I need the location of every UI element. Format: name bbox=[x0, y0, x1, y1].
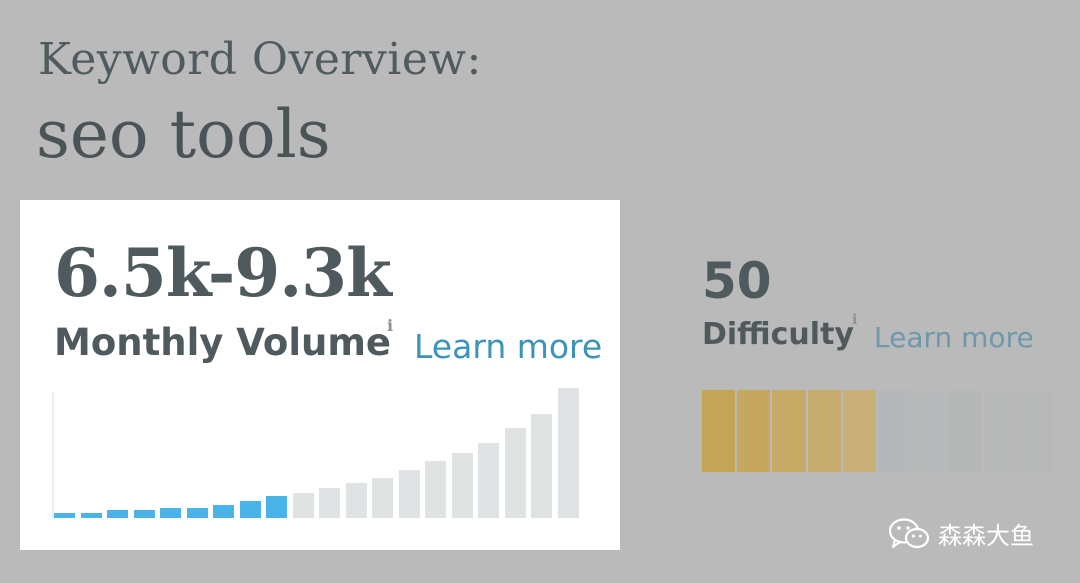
volume-info-icon[interactable]: i bbox=[387, 316, 393, 335]
volume-bar bbox=[292, 493, 314, 518]
volume-bar bbox=[186, 507, 208, 518]
volume-bar bbox=[451, 453, 473, 518]
volume-bar bbox=[531, 414, 552, 518]
difficulty-label: Difficulty bbox=[702, 317, 854, 352]
difficulty-segment bbox=[702, 390, 736, 472]
volume-bar bbox=[213, 505, 234, 518]
volume-value: 6.5k-9.3k bbox=[54, 234, 392, 312]
volume-bar bbox=[54, 512, 75, 518]
wechat-icon bbox=[888, 517, 930, 548]
difficulty-segment bbox=[772, 390, 806, 472]
volume-bar bbox=[160, 507, 181, 518]
page-title-prefix: Keyword Overview: bbox=[38, 34, 482, 85]
difficulty-value: 50 bbox=[702, 252, 772, 310]
volume-bar bbox=[80, 512, 102, 518]
watermark-text: 森森大鱼 bbox=[938, 522, 1034, 550]
difficulty-learn-more-link[interactable]: Learn more bbox=[874, 321, 1034, 354]
difficulty-segment bbox=[878, 390, 912, 472]
volume-bar bbox=[107, 510, 128, 518]
volume-bar bbox=[504, 428, 526, 518]
monthly-volume-card: 6.5k-9.3k Monthly Volume i Learn more bbox=[20, 200, 620, 550]
difficulty-segment bbox=[1018, 390, 1053, 472]
difficulty-segment bbox=[948, 390, 982, 472]
volume-bar-chart bbox=[54, 388, 584, 518]
volume-bar bbox=[345, 482, 367, 518]
difficulty-info-icon[interactable]: i bbox=[852, 312, 857, 328]
keyword-title: seo tools bbox=[36, 96, 331, 173]
volume-learn-more-link[interactable]: Learn more bbox=[414, 327, 602, 366]
difficulty-segment bbox=[737, 390, 771, 472]
difficulty-segment bbox=[807, 390, 841, 472]
volume-bar bbox=[398, 469, 420, 518]
volume-bar bbox=[266, 495, 287, 518]
volume-label: Monthly Volume bbox=[54, 321, 391, 364]
volume-bar bbox=[372, 477, 393, 518]
watermark: 森森大鱼 bbox=[888, 516, 1034, 551]
difficulty-segment bbox=[842, 390, 877, 472]
volume-bar bbox=[239, 501, 261, 518]
difficulty-segment bbox=[913, 390, 947, 472]
volume-bar bbox=[133, 510, 155, 518]
volume-bar bbox=[478, 442, 499, 518]
difficulty-meter bbox=[702, 390, 1053, 472]
volume-bar bbox=[319, 488, 340, 518]
difficulty-segment bbox=[983, 390, 1017, 472]
volume-bar bbox=[425, 460, 446, 518]
volume-bar bbox=[557, 388, 579, 518]
